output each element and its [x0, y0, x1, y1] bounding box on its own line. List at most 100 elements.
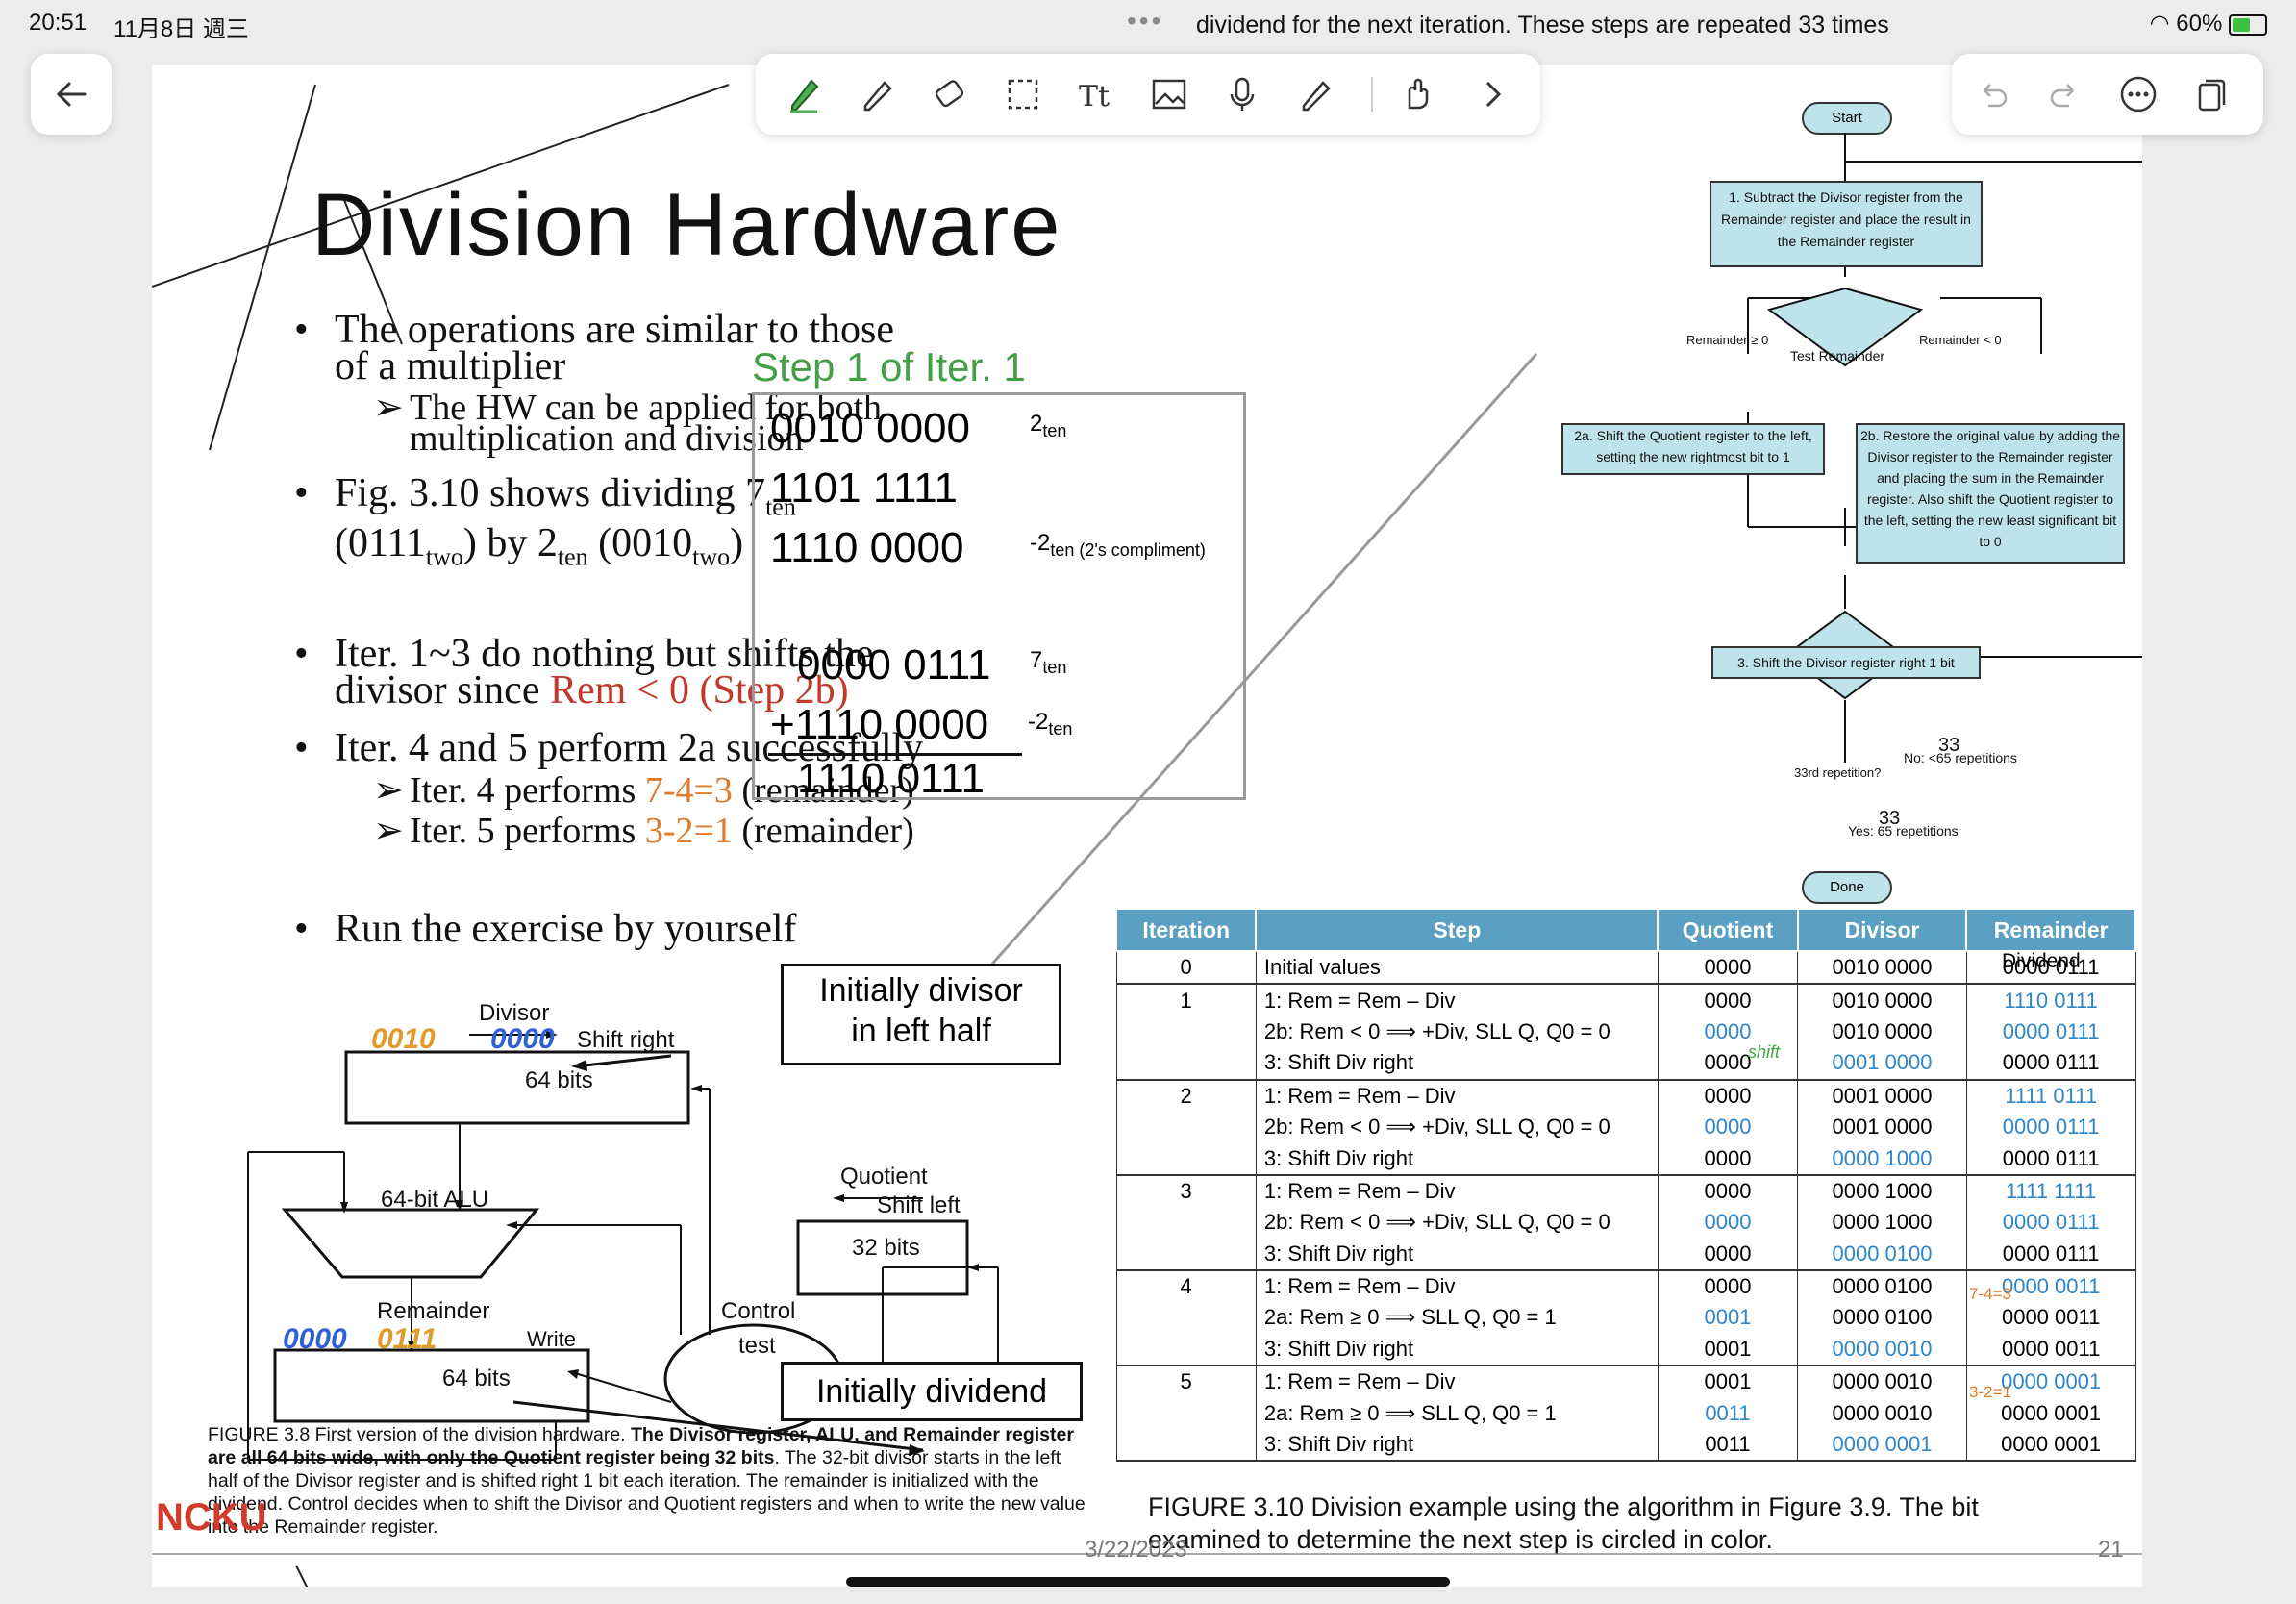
cell-it: 5: [1115, 1366, 1257, 1398]
cell-r: 0000 0111: [1965, 1111, 2136, 1143]
image-tool[interactable]: [1140, 65, 1198, 123]
highlighter-tool[interactable]: [848, 65, 906, 123]
tool-palette: Tt: [756, 54, 1540, 135]
undo-icon: [1984, 84, 2008, 108]
table-header-row: Iteration Step Quotient Divisor Remainde…: [1114, 908, 2136, 952]
table-row: 2a: Rem ≥ 0 ⟹ SLL Q, Q0 = 1 0011 0000 0010…: [1115, 1397, 2136, 1429]
cell-q: 0000: [1657, 1111, 1799, 1143]
sub-bullet-4b: ➢ Iter. 5 performs 3-2=1 (remainder): [373, 810, 914, 851]
quotient-label: Quotient: [840, 1164, 928, 1190]
cell-it: [1115, 1238, 1257, 1271]
multitask-dots-icon[interactable]: •••: [1127, 6, 1163, 37]
text-icon: Tt: [1079, 80, 1110, 113]
shift-right-label: Shift right: [577, 1027, 675, 1053]
sub-4b-text: Iter. 5 performs: [410, 810, 645, 851]
cell-step: 1: Rem = Rem – Div: [1255, 1366, 1659, 1398]
home-indicator[interactable]: [846, 1577, 1450, 1587]
table-row: 2b: Rem < 0 ⟹ +Div, SLL Q, Q0 = 0 0000 001…: [1115, 1015, 2136, 1048]
cell-r: 0000 0111: [1965, 1207, 2136, 1239]
step-row-1: 0010 0000: [770, 405, 970, 452]
sub-4b-suffix: (remainder): [732, 810, 914, 851]
cell-d: 0001 0000: [1797, 1111, 1967, 1143]
lasso-icon: [1008, 79, 1038, 110]
cell-d: 0000 1000: [1797, 1207, 1967, 1239]
cell-q: 0000: [1657, 1207, 1799, 1239]
cell-step: 2a: Rem ≥ 0 ⟹ SLL Q, Q0 = 1: [1255, 1397, 1659, 1429]
undo-button[interactable]: [1963, 65, 2021, 123]
lasso-tool[interactable]: [994, 65, 1052, 123]
status-top-text: dividend for the next iteration. These s…: [1196, 12, 1889, 38]
cell-r: 1111 0111: [1965, 1079, 2136, 1112]
header-divisor: Divisor: [1796, 908, 1968, 952]
slide-canvas[interactable]: NCKU Division Hardware • The operations …: [152, 65, 2142, 1587]
cell-d: 0001 0000: [1797, 1047, 1967, 1081]
laser-icon: [1302, 81, 1331, 112]
flow-no-label: No: <65 repetitions: [1904, 750, 2017, 765]
eraser-tool[interactable]: [921, 65, 979, 123]
cell-d: 0010 0000: [1797, 984, 1967, 1016]
pen-tool[interactable]: [775, 65, 833, 123]
highlighter-icon: [863, 81, 892, 112]
hand-321-note: 3-2=1: [1969, 1383, 2011, 1401]
table-row: 3: Shift Div right 0000 0000 0100 0000 0111: [1115, 1238, 2136, 1271]
cell-r: 0000 0111: [1965, 1015, 2136, 1048]
callout-divisor-line2: in left half: [851, 1013, 991, 1049]
step-row-2: 1101 1111: [770, 464, 958, 512]
cell-step: 2b: Rem < 0 ⟹ +Div, SLL Q, Q0 = 0: [1255, 1207, 1659, 1239]
flow-step1: 1. Subtract the Divisor register from th…: [1710, 181, 1983, 267]
note4a: 7: [1030, 647, 1043, 673]
flow-rep-label: 33rd repetition?: [1794, 765, 1882, 780]
hand-icon: [1408, 78, 1429, 110]
pages-icon: [2198, 79, 2226, 112]
cell-q: 0000: [1657, 1174, 1799, 1208]
pages-button[interactable]: [2183, 65, 2240, 123]
step-note-5: -2ten: [1028, 709, 1072, 739]
redo-icon: [2050, 84, 2074, 108]
cell-it: [1115, 1302, 1257, 1334]
cell-d: 0000 1000: [1797, 1174, 1967, 1208]
redo-button[interactable]: [2036, 65, 2094, 123]
cell-r: 1110 0111: [1965, 984, 2136, 1016]
hand-tool[interactable]: [1388, 65, 1446, 123]
bullet-2-text-c: ) by 2: [462, 521, 558, 566]
more-options-button[interactable]: [2109, 65, 2167, 123]
pen-icon: [790, 79, 819, 113]
table-row: 3: Shift Div right 0000 0000 1000 0000 0111: [1115, 1142, 2136, 1176]
table-row: 3 1: Rem = Rem – Div 0000 0000 1000 1111 111…: [1115, 1174, 2136, 1208]
mic-tool[interactable]: [1213, 65, 1271, 123]
note5a: -2: [1028, 709, 1049, 735]
note3b: ten (2's compliment): [1050, 539, 1206, 560]
status-date: 11月8日 週三: [113, 16, 249, 42]
chevron-right-icon: [1485, 81, 1502, 108]
header-remainder: Remainder: [1965, 908, 2136, 952]
fig38-a: FIGURE 3.8 First version of the division…: [208, 1424, 631, 1445]
cell-step: Initial values: [1255, 951, 1659, 986]
hand-shift-note: shift: [1748, 1042, 1781, 1062]
laser-tool[interactable]: [1286, 65, 1344, 123]
cell-step: 3: Shift Div right: [1255, 1142, 1659, 1176]
flow-done: Done: [1802, 871, 1892, 904]
remainder-label: Remainder: [377, 1298, 490, 1324]
bullet-2-text-e: ): [730, 521, 744, 566]
step-row-5: +1110 0000: [770, 701, 989, 748]
back-button[interactable]: [31, 54, 112, 135]
cell-step: 3: Shift Div right: [1255, 1238, 1659, 1271]
cell-it: [1115, 1428, 1257, 1463]
arrow-left-icon: [56, 82, 87, 107]
text-tool[interactable]: Tt: [1067, 65, 1125, 123]
cell-q: 0000: [1657, 1238, 1799, 1271]
more-tools-button[interactable]: [1463, 65, 1521, 123]
cell-step: 1: Rem = Rem – Div: [1255, 984, 1659, 1016]
step-heading: Step 1 of Iter. 1: [752, 344, 1026, 390]
hand-remainder-b: 0111: [377, 1323, 437, 1355]
cell-step: 2b: Rem < 0 ⟹ +Div, SLL Q, Q0 = 0: [1255, 1111, 1659, 1143]
cell-it: [1115, 1047, 1257, 1081]
step-row-4: 0000 0111: [797, 641, 991, 689]
flow-yes-label: Yes: 65 repetitions: [1848, 823, 1959, 839]
shift-left-label: Shift left: [877, 1192, 961, 1218]
step-box: 0010 0000 2ten 1101 1111 1110 0000 -2ten…: [752, 392, 1246, 802]
cell-d: 0000 1000: [1797, 1142, 1967, 1176]
flow-hand-33-no: 33: [1938, 735, 1960, 756]
battery-icon: [2229, 13, 2267, 36]
step-note-1: 2ten: [1030, 411, 1066, 441]
